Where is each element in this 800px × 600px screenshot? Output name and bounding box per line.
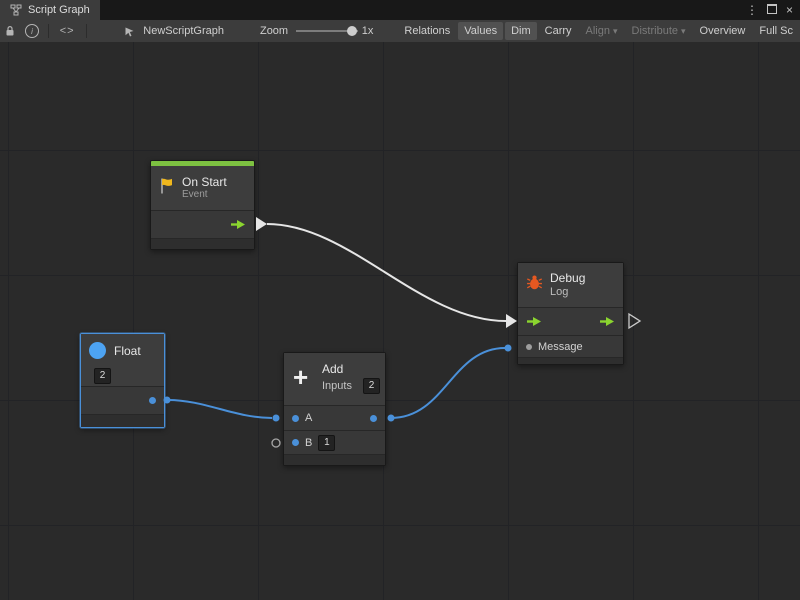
zoom-slider[interactable] — [296, 30, 358, 32]
port-b-value-field[interactable]: 1 — [318, 435, 335, 451]
pointer-icon[interactable] — [124, 26, 135, 37]
graph-name[interactable]: NewScriptGraph — [143, 25, 224, 37]
wires-layer — [0, 42, 800, 600]
unity-script-graph-window: Script Graph ⋮ × i <> NewScriptGraph Zoo… — [0, 0, 800, 600]
overview-button[interactable]: Overview — [694, 22, 752, 40]
script-graph-icon — [10, 4, 22, 16]
maximize-icon[interactable] — [767, 4, 777, 16]
zoom-value: 1x — [362, 25, 374, 37]
add-a-edge-port[interactable] — [273, 415, 280, 422]
graph-canvas[interactable]: On Start Event Debug Log — [0, 42, 800, 600]
result-output-port[interactable] — [370, 415, 377, 422]
bug-icon — [526, 274, 543, 296]
flow-wire-onstart-to-log[interactable] — [267, 224, 506, 321]
float-output-port[interactable] — [149, 397, 156, 404]
message-input-row: Message — [518, 335, 623, 357]
port-a-label: A — [305, 412, 312, 424]
toolbar-separator — [48, 24, 49, 38]
node-title: Add — [322, 362, 343, 376]
window-controls: ⋮ × — [746, 0, 800, 20]
float-output-row — [81, 386, 164, 414]
align-button[interactable]: Align▾ — [580, 22, 624, 40]
graph-toolbar: i <> NewScriptGraph Zoom 1x Relations Va… — [0, 20, 800, 43]
node-title: Float — [114, 344, 141, 358]
port-b-row: B 1 — [284, 430, 385, 454]
zoom-label: Zoom — [260, 25, 288, 37]
message-port-label: Message — [538, 341, 583, 353]
node-subtitle: Event — [182, 189, 227, 201]
inputs-count-field[interactable]: 2 — [363, 378, 380, 394]
message-input-port[interactable] — [526, 344, 532, 350]
node-subtitle: Log — [550, 286, 585, 299]
node-add[interactable]: + Add Inputs 2 A B 1 — [283, 352, 386, 466]
menu-icon[interactable]: ⋮ — [746, 4, 758, 16]
tab-bar: Script Graph ⋮ × — [0, 0, 800, 20]
node-title: Debug — [550, 271, 585, 285]
port-a-row: A — [284, 405, 385, 430]
node-debug-log[interactable]: Debug Log Message — [517, 262, 624, 365]
info-icon[interactable]: i — [25, 24, 39, 38]
flow-ports-row — [518, 307, 623, 335]
maximize-glyph — [767, 4, 777, 14]
add-header[interactable]: + Add Inputs 2 — [284, 353, 385, 405]
flow-output-port[interactable] — [599, 316, 615, 327]
log-flow-output-triangle[interactable] — [629, 314, 640, 328]
node-footer — [518, 357, 623, 364]
message-edge-port[interactable] — [505, 345, 512, 352]
flow-output-port[interactable] — [230, 219, 246, 230]
port-b-input[interactable] — [292, 439, 299, 446]
fullscreen-button[interactable]: Full Sc — [753, 22, 799, 40]
add-icon: + — [293, 367, 308, 387]
add-b-unconnected-port[interactable] — [272, 439, 280, 447]
port-a-input[interactable] — [292, 415, 299, 422]
close-icon[interactable]: × — [786, 4, 793, 16]
zoom-slider-handle[interactable] — [347, 26, 357, 36]
chevron-down-icon: ▾ — [681, 26, 686, 36]
flow-input-port[interactable] — [526, 316, 542, 327]
code-icon[interactable]: <> — [60, 25, 75, 37]
data-wire-float-to-add[interactable] — [168, 400, 272, 418]
inputs-label: Inputs — [322, 380, 352, 392]
tab-title: Script Graph — [28, 4, 90, 16]
flag-icon — [159, 177, 175, 199]
carry-button[interactable]: Carry — [539, 22, 578, 40]
chevron-down-icon: ▾ — [613, 26, 618, 36]
values-button[interactable]: Values — [458, 22, 503, 40]
flow-output-row — [151, 210, 254, 238]
onstart-output-triangle[interactable] — [256, 217, 267, 231]
align-label: Align — [586, 25, 610, 37]
node-footer — [284, 454, 385, 465]
lock-icon[interactable] — [5, 25, 15, 37]
node-footer — [151, 238, 254, 249]
toolbar-button-group: Relations Values Dim Carry Align▾ Distri… — [397, 22, 800, 40]
node-float[interactable]: Float 2 — [80, 333, 165, 428]
add-result-edge-port[interactable] — [388, 415, 395, 422]
info-glyph: i — [25, 24, 39, 38]
float-icon — [89, 342, 106, 359]
dim-button[interactable]: Dim — [505, 22, 537, 40]
float-value-field[interactable]: 2 — [94, 368, 111, 384]
node-footer — [81, 414, 164, 427]
relations-button[interactable]: Relations — [398, 22, 456, 40]
debug-log-header[interactable]: Debug Log — [518, 263, 623, 307]
float-header[interactable]: Float 2 — [81, 334, 164, 386]
node-on-start-event[interactable]: On Start Event — [150, 160, 255, 250]
log-flow-input-triangle[interactable] — [506, 314, 517, 328]
node-title: On Start — [182, 175, 227, 189]
data-wire-add-to-message[interactable] — [391, 348, 505, 418]
toolbar-separator — [86, 24, 87, 38]
tab-script-graph[interactable]: Script Graph — [0, 0, 100, 20]
port-b-label: B — [305, 437, 312, 449]
distribute-button[interactable]: Distribute▾ — [626, 22, 692, 40]
on-start-header[interactable]: On Start Event — [151, 166, 254, 210]
distribute-label: Distribute — [632, 25, 678, 37]
